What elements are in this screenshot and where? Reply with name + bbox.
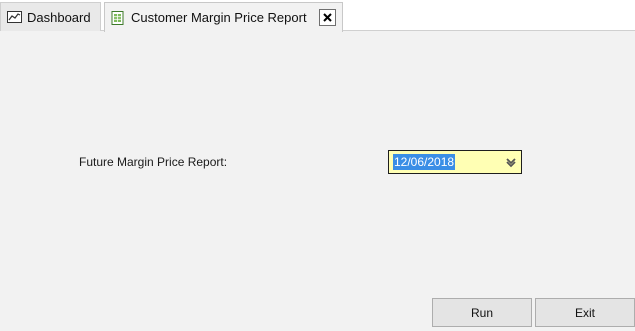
close-icon — [323, 13, 332, 22]
exit-button[interactable]: Exit — [535, 298, 635, 327]
chevron-down-icon[interactable] — [504, 155, 518, 169]
date-value[interactable]: 12/06/2018 — [393, 154, 456, 170]
spreadsheet-icon — [111, 10, 126, 25]
chart-icon — [7, 10, 22, 24]
tab-report-label: Customer Margin Price Report — [131, 10, 307, 25]
tab-dashboard-label: Dashboard — [27, 9, 91, 25]
run-button[interactable]: Run — [432, 298, 532, 327]
close-tab-button[interactable] — [319, 9, 336, 26]
tab-strip: Dashboard Customer Margin Price Report — [0, 0, 635, 32]
tab-customer-margin-price-report[interactable]: Customer Margin Price Report — [104, 2, 343, 32]
tab-dashboard[interactable]: Dashboard — [0, 2, 101, 31]
future-margin-price-report-label: Future Margin Price Report: — [79, 155, 228, 169]
app-window: Dashboard Customer Margin Price Report F… — [0, 0, 635, 331]
date-picker-field[interactable]: 12/06/2018 — [388, 150, 522, 174]
